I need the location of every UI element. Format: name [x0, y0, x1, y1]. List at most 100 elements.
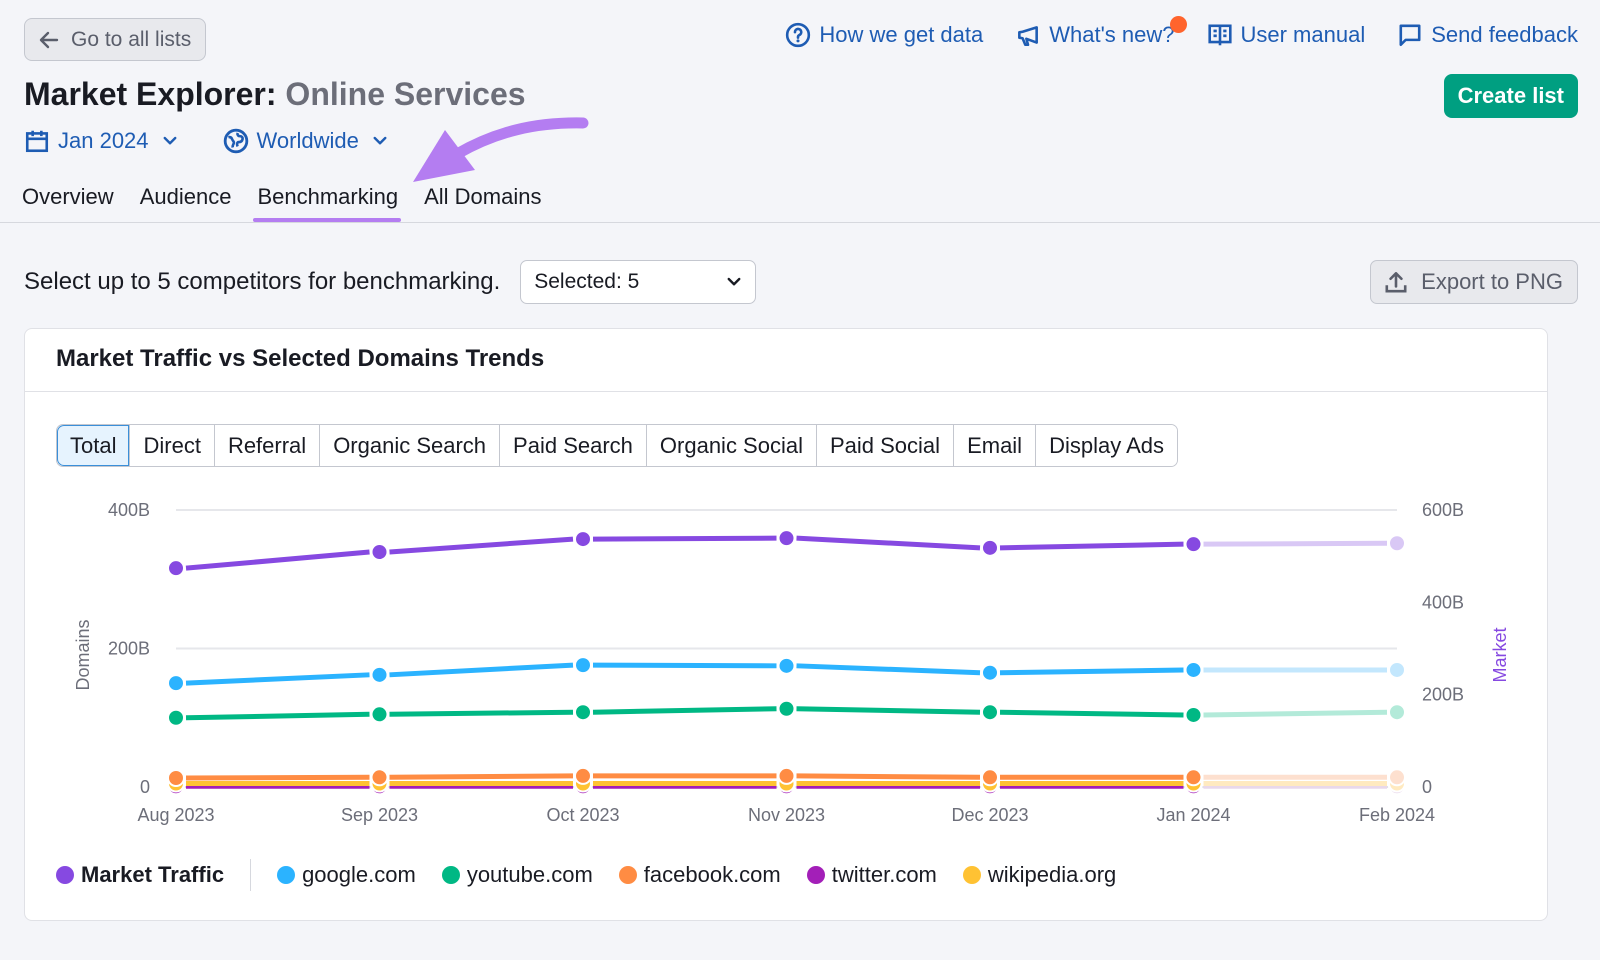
chart-legend: Market Traffic google.com youtube.com faceb… [56, 859, 1142, 891]
legend-label: wikipedia.org [987, 862, 1117, 887]
page-title-sub: Online Services [285, 76, 526, 112]
whats-new-link[interactable]: What's new? [1015, 16, 1187, 48]
date-filter[interactable]: Jan 2024 [24, 128, 179, 154]
data-point-youtube-com [370, 705, 389, 724]
legend-label: google.com [302, 862, 416, 887]
go-to-all-lists-button[interactable]: Go to all lists [24, 18, 207, 61]
data-point-facebook-com [981, 768, 999, 787]
legend-dot-icon [962, 866, 981, 884]
legend-item-google-com[interactable]: google.com [277, 862, 416, 888]
date-filter-label: Jan 2024 [58, 128, 149, 153]
series-line-youtube-com [999, 709, 1184, 718]
series-line-facebook-com [389, 773, 574, 780]
series-line-google-com [999, 667, 1184, 676]
legend-label: Market Traffic [81, 862, 225, 887]
y-right-tick-label: 200B [1422, 685, 1464, 705]
data-point-youtube-com [981, 703, 999, 722]
upload-icon [1385, 272, 1407, 293]
data-point-market-traffic [981, 538, 999, 557]
y-right-tick-label: 600B [1422, 500, 1464, 520]
legend-dot-icon [806, 866, 825, 884]
series-line-google-com [185, 672, 370, 686]
tabs-divider [0, 222, 1600, 223]
competitor-select-row: Select up to 5 competitors for benchmark… [24, 260, 757, 304]
series-line-google-com [796, 663, 981, 676]
data-point-market-traffic [1388, 534, 1406, 553]
how-we-get-data-link[interactable]: How we get data [785, 22, 983, 48]
legend-dot-icon [441, 866, 460, 884]
chat-bubble-icon [1399, 24, 1421, 47]
data-point-market-traffic [167, 559, 185, 578]
y-right-axis-title: Market [1490, 627, 1510, 682]
data-point-google-com [167, 674, 185, 693]
data-point-google-com [1388, 660, 1406, 679]
region-filter-label: Worldwide [256, 128, 359, 153]
series-line-facebook-com [796, 773, 981, 780]
data-point-youtube-com [1388, 703, 1406, 722]
data-point-google-com [370, 665, 389, 684]
series-line-market-traffic [796, 535, 981, 551]
user-manual-label: User manual [1240, 22, 1366, 47]
data-point-youtube-com [1184, 705, 1203, 724]
create-list-button[interactable]: Create list [1443, 74, 1578, 118]
legend-item-market-traffic[interactable]: Market Traffic [56, 862, 224, 888]
y-right-tick-label: 400B [1422, 592, 1464, 612]
calendar-icon [25, 130, 49, 153]
series-line-google-com [592, 662, 777, 669]
data-point-google-com [981, 663, 999, 682]
user-manual-link[interactable]: User manual [1207, 22, 1366, 48]
back-label: Go to all lists [71, 27, 192, 51]
export-label: Export to PNG [1421, 269, 1563, 294]
page-title-main: Market Explorer: [24, 76, 277, 112]
data-point-youtube-com [574, 703, 592, 722]
chevron-down-icon [163, 136, 176, 145]
notification-dot [1169, 16, 1187, 33]
data-point-market-traffic [777, 529, 796, 548]
data-point-youtube-com [167, 708, 185, 727]
competitor-select-value: Selected: 5 [534, 270, 640, 293]
x-tick-label: Feb 2024 [1359, 805, 1435, 825]
y-left-axis-title: Domains [73, 619, 93, 690]
series-line-market-traffic [999, 541, 1184, 551]
y-left-tick-label: 0 [140, 777, 150, 797]
series-line-facebook-com [185, 774, 370, 781]
y-right-tick-label: 0 [1422, 777, 1432, 797]
y-left-tick-label: 400B [108, 500, 150, 520]
tab-overview[interactable]: Overview [22, 184, 114, 220]
x-tick-label: Oct 2023 [546, 805, 619, 825]
data-point-market-traffic [574, 530, 592, 549]
tab-benchmarking[interactable]: Benchmarking [253, 184, 401, 222]
x-tick-label: Dec 2023 [951, 805, 1028, 825]
how-we-get-data-label: How we get data [819, 22, 984, 47]
legend-divider [250, 859, 252, 891]
annotation-arrow-icon [413, 117, 589, 182]
competitor-select[interactable]: Selected: 5 [520, 260, 757, 304]
data-point-facebook-com [777, 766, 796, 785]
series-line-google-com [389, 662, 574, 678]
export-png-button[interactable]: Export to PNG [1370, 260, 1578, 304]
x-tick-label: Nov 2023 [748, 805, 825, 825]
data-point-facebook-com [574, 766, 592, 785]
competitor-select-label: Select up to 5 competitors for benchmark… [24, 268, 501, 295]
header-links: How we get data What's new? User manual … [785, 16, 1578, 48]
legend-item-wikipedia-org[interactable]: wikipedia.org [962, 862, 1117, 888]
tab-audience[interactable]: Audience [140, 184, 232, 220]
data-point-facebook-com [370, 768, 389, 787]
data-point-facebook-com [1184, 768, 1203, 787]
legend-item-facebook-com[interactable]: facebook.com [618, 862, 781, 888]
series-line-youtube-com [389, 709, 574, 717]
legend-item-youtube-com[interactable]: youtube.com [441, 862, 593, 888]
trends-card: Market Traffic vs Selected Domains Trend… [24, 328, 1548, 921]
series-line-youtube-com [185, 711, 370, 721]
x-tick-label: Aug 2023 [137, 805, 214, 825]
send-feedback-link[interactable]: Send feedback [1397, 22, 1578, 48]
data-point-google-com [1184, 660, 1203, 679]
x-tick-label: Jan 2024 [1156, 805, 1230, 825]
region-filter[interactable]: Worldwide [223, 128, 389, 154]
tab-all-domains[interactable]: All Domains [424, 184, 541, 220]
help-circle-icon [786, 22, 811, 48]
y-left-tick-label: 200B [108, 639, 150, 659]
legend-item-twitter-com[interactable]: twitter.com [806, 862, 937, 888]
main-tabs: Overview Audience Benchmarking All Domai… [22, 184, 541, 222]
data-point-facebook-com [167, 768, 185, 787]
